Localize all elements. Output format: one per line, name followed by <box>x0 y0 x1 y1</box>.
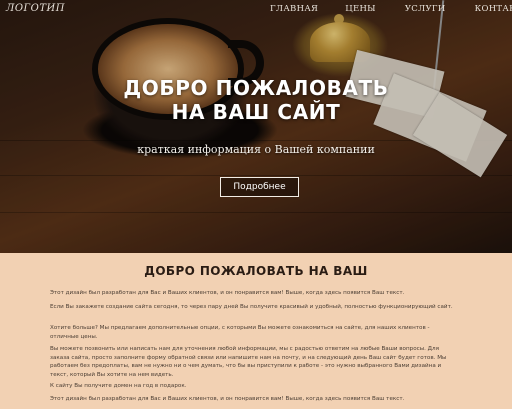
section-title: ДОБРО ПОЖАЛОВАТЬ НА ВАШ <box>144 264 368 278</box>
paragraph: Хотите больше? Мы предлагаем дополнитель… <box>50 325 430 340</box>
hero-title-line: НА ВАШ САЙТ <box>171 100 341 124</box>
hero-title: ДОБРО ПОЖАЛОВАТЬ НА ВАШ САЙТ <box>0 76 512 124</box>
nav-item-prices[interactable]: ЦЕНЫ <box>345 4 376 14</box>
nav-item-home[interactable]: ГЛАВНАЯ <box>270 4 318 14</box>
main-menu: ГЛАВНАЯ ЦЕНЫ УСЛУГИ КОНТАКТЫ <box>270 4 512 14</box>
paragraph: Вы можете позвонить или написать нам для… <box>50 346 447 378</box>
hero-subtitle: краткая информация о Вашей компании <box>137 143 375 156</box>
content-section: ДОБРО ПОЖАЛОВАТЬ НА ВАШ Этот дизайн был … <box>0 253 512 409</box>
paragraph: Если Вы закажете создание сайта сегодня,… <box>50 304 453 310</box>
more-button[interactable]: Подробнее <box>220 177 299 197</box>
top-nav: ЛОГОТИП ГЛАВНАЯ ЦЕНЫ УСЛУГИ КОНТАКТЫ <box>0 0 512 22</box>
paragraph: Этот дизайн был разработан для Вас и Ваш… <box>50 396 405 402</box>
hero-banner: ЛОГОТИП ГЛАВНАЯ ЦЕНЫ УСЛУГИ КОНТАКТЫ ДОБ… <box>0 0 512 253</box>
hero-overlay <box>0 0 512 253</box>
logo[interactable]: ЛОГОТИП <box>6 3 65 14</box>
paragraph: Этот дизайн был разработан для Вас и Ваш… <box>50 290 405 296</box>
paragraph: К сайту Вы получите домен на год в подар… <box>50 383 187 389</box>
hero-title-line: ДОБРО ПОЖАЛОВАТЬ <box>123 76 389 100</box>
nav-item-services[interactable]: УСЛУГИ <box>405 4 446 14</box>
nav-item-contacts[interactable]: КОНТАКТЫ <box>475 4 512 14</box>
